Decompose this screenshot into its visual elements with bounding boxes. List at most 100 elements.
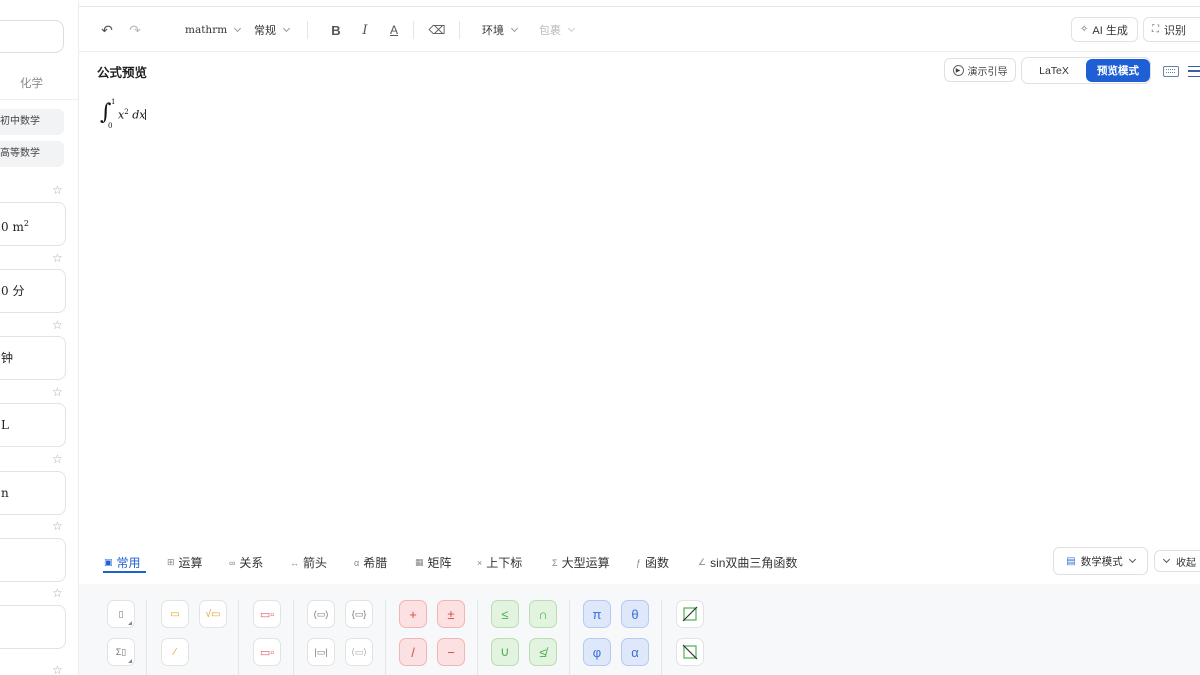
view-mode-toggle: LaTeX 预览模式 <box>1021 57 1151 84</box>
undo-icon[interactable]: ↶ <box>96 19 118 41</box>
integrand-exponent: 2 <box>124 108 129 116</box>
fraction-icon[interactable]: ▭ <box>161 600 189 628</box>
sidebar-chip-junior-math[interactable]: 初中数学 <box>0 109 64 135</box>
template-fraction-stack-icon[interactable]: ▯ <box>107 600 135 628</box>
tab-scripts[interactable]: × 上下标 <box>477 554 522 571</box>
superscript-icon[interactable]: ▭▫ <box>253 600 281 628</box>
absolute-value-icon[interactable]: |▭| <box>307 638 335 666</box>
collapse-button[interactable]: 收起 <box>1154 550 1200 572</box>
ai-generate-label: AI 生成 <box>1092 24 1128 37</box>
nth-root-icon[interactable]: √▭ <box>199 600 227 628</box>
tab-large-operators[interactable]: Σ 大型运算 <box>552 554 610 571</box>
link-icon: ∞ <box>229 557 236 568</box>
formula-card[interactable]: 0 m2 <box>0 202 66 246</box>
wrap-select-value: 包裹 <box>539 24 561 37</box>
tab-operations[interactable]: ⊞ 运算 <box>167 554 203 571</box>
recognize-button[interactable]: ⛶ 识别 <box>1143 17 1200 42</box>
alpha-symbol[interactable]: α <box>621 638 649 666</box>
tab-functions[interactable]: ƒ 函数 <box>636 554 669 571</box>
star-icon[interactable]: ☆ <box>52 453 63 465</box>
bold-icon[interactable]: B <box>325 19 347 41</box>
active-tab-indicator <box>103 571 146 573</box>
braces-icon[interactable]: {▭} <box>345 600 373 628</box>
menu-icon[interactable] <box>1188 66 1200 77</box>
latex-mode-button[interactable]: LaTeX <box>1022 58 1086 83</box>
group-divider <box>477 600 478 675</box>
tab-label: 箭头 <box>303 556 328 570</box>
tab-arrows[interactable]: ↔ 箭头 <box>290 554 327 571</box>
tab-greek[interactable]: α 希腊 <box>354 554 387 571</box>
sidebar-tab-chemistry[interactable]: 化学 <box>20 75 43 91</box>
formula-card[interactable] <box>0 538 66 582</box>
editor-toolbar: ↶ ↷ mathrm 常规 B I A ⌫ 环境 包裹 ✧ AI 生成 ⛶ 识别 <box>79 7 1200 52</box>
tab-matrix[interactable]: ▦ 矩阵 <box>415 554 452 571</box>
formula-card[interactable]: n <box>0 471 66 515</box>
less-equal-symbol[interactable]: ≤ <box>491 600 519 628</box>
tab-label: 上下标 <box>486 556 523 570</box>
text-color-icon[interactable]: A <box>383 19 405 41</box>
union-symbol[interactable]: ∪ <box>491 638 519 666</box>
group-divider <box>146 600 147 675</box>
ai-generate-button[interactable]: ✧ AI 生成 <box>1071 17 1138 42</box>
toolbar-divider <box>413 21 414 39</box>
intersection-symbol[interactable]: ∩ <box>529 600 557 628</box>
keyboard-icon[interactable] <box>1163 66 1179 77</box>
formula-card-sup: 2 <box>23 219 29 228</box>
style-select[interactable]: 常规 <box>254 7 291 52</box>
wrap-select[interactable]: 包裹 <box>539 7 576 52</box>
recognize-label: 识别 <box>1164 24 1186 37</box>
tab-common[interactable]: ▣ 常用 <box>104 554 141 571</box>
environment-select[interactable]: 环境 <box>482 7 519 52</box>
theta-symbol[interactable]: θ <box>621 600 649 628</box>
italic-icon[interactable]: I <box>354 19 376 41</box>
preview-mode-button[interactable]: 预览模式 <box>1086 59 1150 82</box>
angle-brackets-icon[interactable]: ⟨▭⟩ <box>345 638 373 666</box>
formula-card[interactable]: L <box>0 403 66 447</box>
redo-icon[interactable]: ↷ <box>124 19 146 41</box>
phi-symbol[interactable]: φ <box>583 638 611 666</box>
demo-guide-button[interactable]: ▶ 演示引导 <box>944 58 1016 82</box>
font-select-value: mathrm <box>185 23 228 36</box>
star-icon[interactable]: ☆ <box>52 520 63 532</box>
cancel-back-diagonal-icon[interactable] <box>676 638 704 666</box>
group-divider <box>385 600 386 675</box>
formula-card[interactable]: 0 分 <box>0 269 66 313</box>
divide-symbol[interactable]: / <box>399 638 427 666</box>
plus-minus-symbol[interactable]: ± <box>437 600 465 628</box>
not-less-equal-symbol[interactable]: ≰ <box>529 638 557 666</box>
formula-card[interactable]: 钟 <box>0 336 66 380</box>
sidebar-chip-advanced-math[interactable]: 高等数学 <box>0 141 64 167</box>
star-icon[interactable]: ☆ <box>52 319 63 331</box>
pi-symbol[interactable]: π <box>583 600 611 628</box>
eraser-icon[interactable]: ⌫ <box>426 19 448 41</box>
parentheses-icon[interactable]: (▭) <box>307 600 335 628</box>
star-icon[interactable]: ☆ <box>52 664 63 675</box>
minus-symbol[interactable]: − <box>437 638 465 666</box>
cancel-diagonal-icon[interactable] <box>676 600 704 628</box>
tab-label: 希腊 <box>363 556 388 570</box>
font-select[interactable]: mathrm <box>185 7 242 52</box>
sum-icon: Σ <box>552 557 558 568</box>
operation-icon: ⊞ <box>167 557 175 567</box>
formula-card[interactable] <box>0 605 66 649</box>
math-mode-select[interactable]: ▤ 数学模式 <box>1053 547 1148 575</box>
play-icon: ▶ <box>952 64 964 76</box>
star-icon[interactable]: ☆ <box>52 184 63 196</box>
tab-hyperbolic-trig[interactable]: ∠ sin双曲三角函数 <box>698 554 797 571</box>
tab-label: 函数 <box>645 556 670 570</box>
star-icon[interactable]: ☆ <box>52 587 63 599</box>
template-sum-icon[interactable]: Σ▯ <box>107 638 135 666</box>
star-icon[interactable]: ☆ <box>52 386 63 398</box>
chevron-down-icon <box>567 24 576 32</box>
group-divider <box>569 600 570 675</box>
chevron-down-icon <box>1162 555 1171 564</box>
math-mode-label: 数学模式 <box>1080 555 1123 568</box>
preview-title: 公式预览 <box>97 66 148 80</box>
sidebar-search-input[interactable] <box>0 20 64 53</box>
star-icon[interactable]: ☆ <box>52 252 63 264</box>
plus-symbol[interactable]: + <box>399 600 427 628</box>
slash-fraction-icon[interactable]: ⁄ <box>161 638 189 666</box>
scan-icon: ⛶ <box>1152 24 1159 35</box>
subscript-icon[interactable]: ▭▫ <box>253 638 281 666</box>
tab-relations[interactable]: ∞ 关系 <box>229 554 263 571</box>
